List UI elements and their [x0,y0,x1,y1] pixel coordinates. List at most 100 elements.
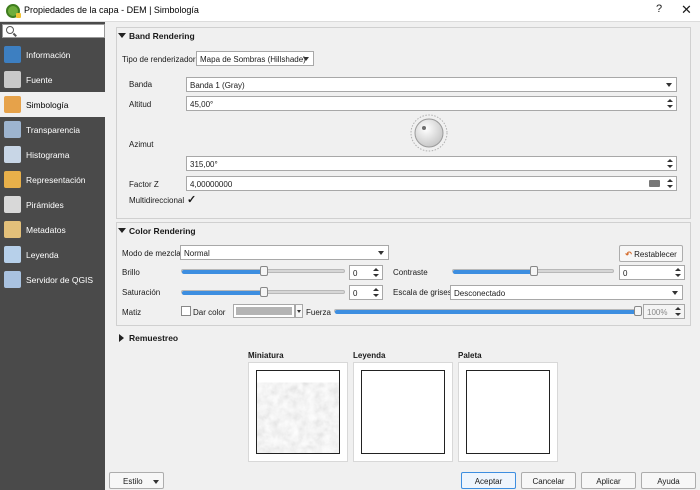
strength-slider-handle[interactable] [634,306,642,316]
color-swatch [236,307,292,315]
color-dropdown[interactable] [295,304,303,318]
saturation-spinbox[interactable]: 0 [349,285,383,300]
spin-down-icon[interactable] [667,185,673,188]
spin-down-icon[interactable] [667,105,673,108]
multidirectional-checkbox[interactable]: ✓ [187,193,196,206]
contrast-slider[interactable] [452,266,614,276]
sidebar-item-4[interactable]: Transparencia [0,117,105,142]
spin-up-icon[interactable] [373,288,379,291]
saturation-slider[interactable] [181,287,345,297]
brightness-spinbox[interactable]: 0 [349,265,383,280]
sidebar-item-label: Información [26,50,71,60]
spin-up-icon[interactable] [373,268,379,271]
sidebar-item-6[interactable]: Representación [0,167,105,192]
sidebar-search-input[interactable] [2,24,105,38]
chevron-down-icon [153,480,159,484]
sidebar-item-5[interactable]: Histograma [0,142,105,167]
renderer-type-value: Mapa de Sombras (Hillshade) [200,55,306,64]
strength-slider[interactable] [334,306,642,316]
sidebar-item-label: Simbología [26,100,69,110]
help-icon[interactable]: ? [656,3,662,15]
spin-down-icon[interactable] [675,274,681,277]
spin-down-icon[interactable] [373,294,379,297]
contrast-value: 0 [623,269,628,278]
sidebar-item-7[interactable]: Pirámides [0,192,105,217]
sidebar-item-8[interactable]: Metadatos [0,217,105,242]
wrench-icon [4,71,21,88]
sidebar-item-label: Transparencia [26,125,81,135]
renderer-type-label: Tipo de renderizador [122,55,196,64]
chevron-down-icon [297,310,301,313]
renderer-type-select[interactable]: Mapa de Sombras (Hillshade) [196,51,314,66]
colorize-checkbox[interactable] [181,306,191,316]
brush-icon [4,171,21,188]
colorize-label: Dar color [193,308,226,317]
collapse-icon[interactable] [118,228,126,233]
blend-mode-value: Normal [184,249,210,258]
window-title: Propiedades de la capa - DEM | Simbologí… [24,5,199,15]
hue-label: Matiz [122,308,142,317]
clear-icon[interactable] [649,180,660,187]
accept-button[interactable]: Aceptar [461,472,516,489]
close-icon[interactable]: ✕ [681,2,692,18]
info-icon [4,46,21,63]
zfactor-value: 4,00000000 [190,180,233,189]
zfactor-spinbox[interactable]: 4,00000000 [186,176,677,191]
pyramid-icon [4,196,21,213]
spin-down-icon[interactable] [667,165,673,168]
color-button[interactable] [233,304,295,318]
brightness-label: Brillo [122,268,140,277]
sidebar-item-label: Servidor de QGIS [26,275,94,285]
spin-up-icon[interactable] [675,307,681,310]
spin-up-icon[interactable] [667,159,673,162]
chevron-down-icon [672,291,678,295]
reset-label: Restablecer [634,250,677,259]
spin-down-icon[interactable] [675,313,681,316]
contrast-slider-handle[interactable] [530,266,538,276]
saturation-slider-handle[interactable] [260,287,268,297]
azimuth-spinbox[interactable]: 315,00° [186,156,677,171]
expand-icon[interactable] [119,334,124,342]
color-rendering-title: Color Rendering [129,226,196,236]
altitude-spinbox[interactable]: 45,00° [186,96,677,111]
spin-up-icon[interactable] [675,268,681,271]
sidebar-item-1[interactable]: Información [0,42,105,67]
band-select[interactable]: Banda 1 (Gray) [186,77,677,92]
spin-up-icon[interactable] [667,99,673,102]
blend-mode-select[interactable]: Normal [180,245,389,260]
azimuth-dial[interactable] [409,113,449,153]
saturation-label: Saturación [122,288,161,297]
brightness-slider[interactable] [181,266,345,276]
sidebar-item-10[interactable]: Servidor de QGIS [0,267,105,292]
contrast-spinbox[interactable]: 0 [619,265,685,280]
sidebar-item-3[interactable]: Simbología [0,92,105,117]
style-menu-button[interactable]: Estilo [109,472,164,489]
metadata-icon [4,221,21,238]
contrast-label: Contraste [393,268,428,277]
help-button[interactable]: Ayuda [641,472,696,489]
palette-label: Paleta [458,351,482,360]
azimuth-label: Azimut [129,140,154,149]
resampling-title[interactable]: Remuestreo [129,333,178,343]
zfactor-label: Factor Z [129,180,159,189]
sidebar-item-label: Fuente [26,75,53,85]
cancel-button[interactable]: Cancelar [521,472,576,489]
paintbrush-icon [4,96,21,113]
collapse-icon[interactable] [118,33,126,38]
apply-button[interactable]: Aplicar [581,472,636,489]
style-label: Estilo [123,477,143,486]
sidebar-item-2[interactable]: Fuente [0,67,105,92]
brightness-slider-handle[interactable] [260,266,268,276]
altitude-value: 45,00° [190,100,214,109]
grayscale-select[interactable]: Desconectado [450,285,683,300]
spin-up-icon[interactable] [667,179,673,182]
strength-spinbox[interactable]: 100% [643,304,685,319]
sidebar-item-9[interactable]: Leyenda [0,242,105,267]
reset-button[interactable]: ↶ Restablecer [619,245,683,262]
legend-preview-label: Leyenda [353,351,386,360]
thumbnail-preview [256,370,340,454]
saturation-value: 0 [353,289,358,298]
spin-down-icon[interactable] [373,274,379,277]
blend-mode-label: Modo de mezcla [122,249,181,258]
thumbnail-label: Miniatura [248,351,284,360]
